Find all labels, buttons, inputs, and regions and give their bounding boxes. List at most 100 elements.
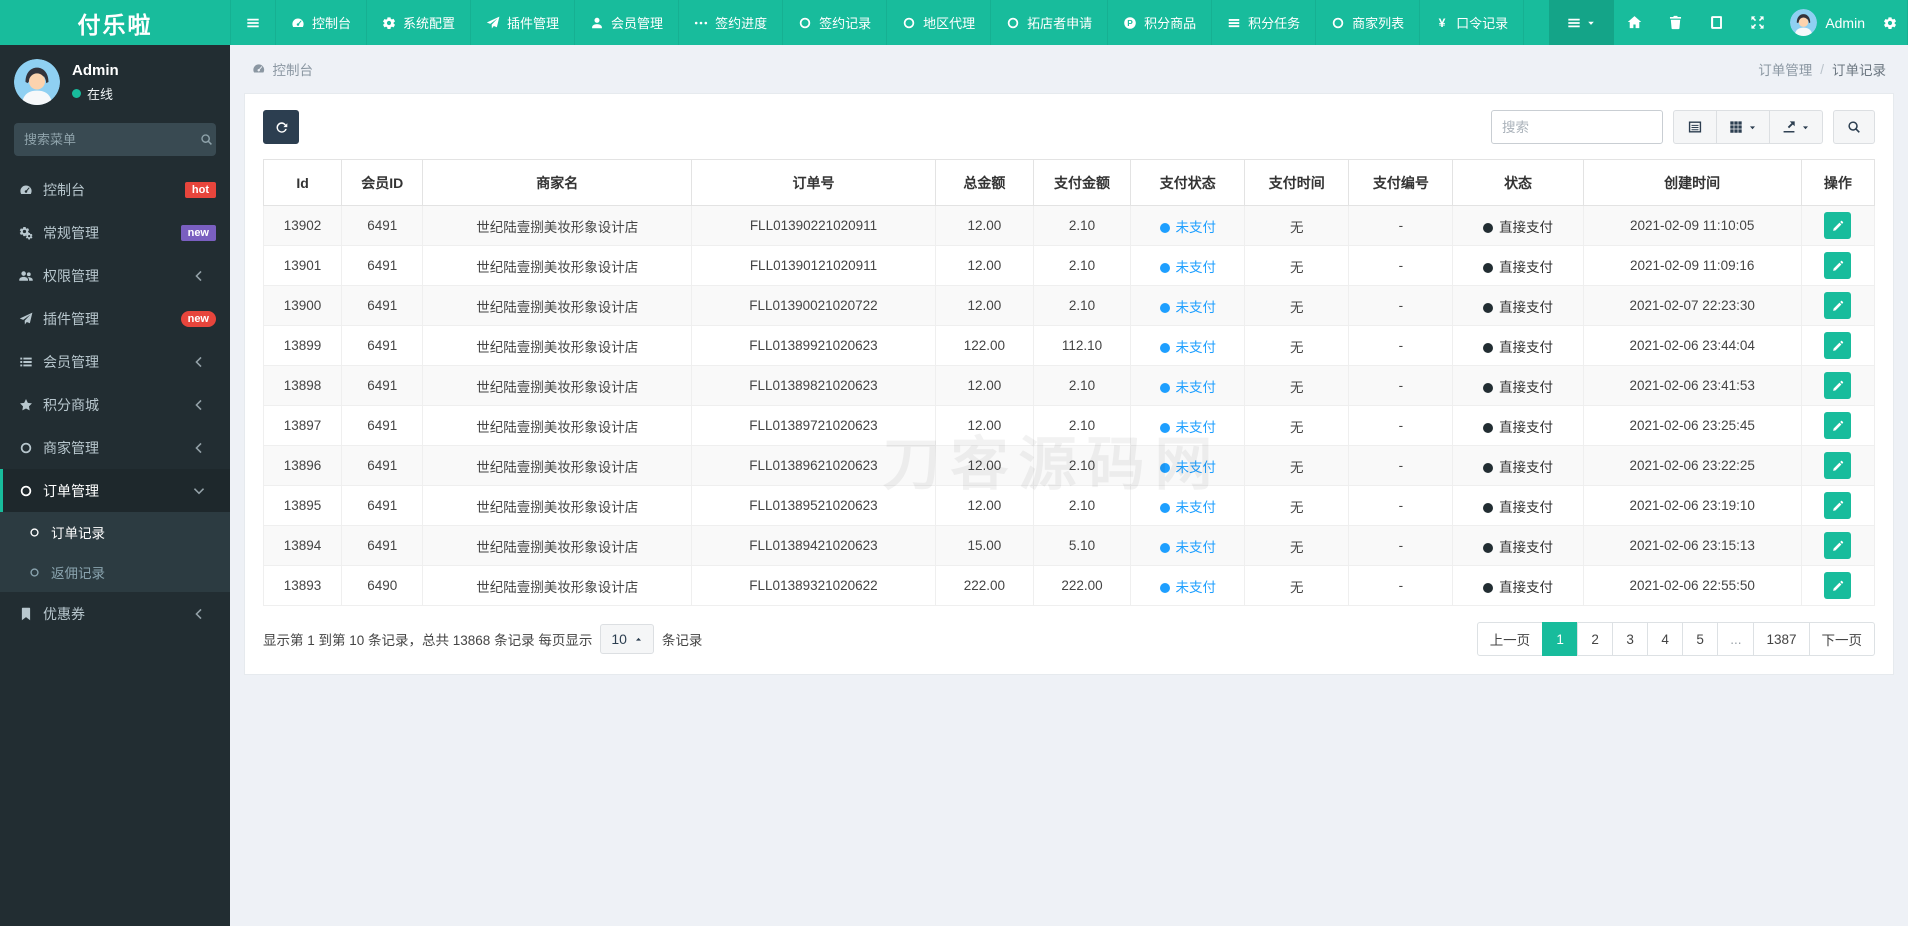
sidebar-avatar — [14, 59, 60, 105]
sidebar-search-input[interactable] — [24, 132, 200, 147]
table-cell: 6491 — [341, 245, 424, 286]
actions-cell — [1800, 325, 1876, 366]
topnav-item-label: 签约记录 — [819, 16, 872, 31]
edit-button[interactable] — [1824, 412, 1852, 439]
edit-button[interactable] — [1824, 452, 1852, 479]
edit-button[interactable] — [1824, 292, 1852, 319]
breadcrumb-item: 订单记录 — [1832, 63, 1886, 78]
table-cell: 6491 — [341, 485, 424, 526]
topnav-item-system-config[interactable]: 系统配置 — [366, 0, 470, 45]
topnav-item-password-records[interactable]: ¥ 口令记录 — [1419, 0, 1525, 45]
pagination-page-5[interactable]: 5 — [1682, 622, 1719, 656]
pagination-next[interactable]: 下一页 — [1808, 622, 1875, 656]
topnav-item-points-goods[interactable]: P 积分商品 — [1107, 0, 1211, 45]
table-cell: FLL01390221020911 — [690, 205, 937, 246]
angle-left-icon — [192, 441, 216, 455]
topnav-item-region-agent[interactable]: 地区代理 — [886, 0, 990, 45]
created-time-cell: 2021-02-06 23:44:04 — [1582, 325, 1802, 366]
edit-button[interactable] — [1824, 492, 1852, 519]
breadcrumb-item[interactable]: 订单管理 — [1758, 59, 1812, 79]
topnav-item-label: 口令记录 — [1456, 16, 1509, 31]
export-button[interactable] — [1769, 110, 1823, 144]
sidebar-subitem-order-records[interactable]: 订单记录 — [0, 512, 230, 552]
sidebar-username: Admin — [72, 61, 119, 79]
topnav-item-points-tasks[interactable]: 积分任务 — [1211, 0, 1315, 45]
angle-left-icon — [192, 607, 216, 621]
pay-time-cell: 无 — [1244, 325, 1350, 366]
topnav-item-sign-records[interactable]: 签约记录 — [782, 0, 886, 45]
log-button[interactable] — [1696, 0, 1737, 45]
sidebar-item-member-manage[interactable]: 会员管理 — [0, 340, 230, 383]
topnav-item-member-manage[interactable]: 会员管理 — [574, 0, 678, 45]
pagination: 上一页 1 2 3 4 5... 1387 下一页 — [1476, 622, 1875, 656]
edit-button[interactable] — [1824, 332, 1852, 359]
sidebar-item-label: 订单管理 — [43, 482, 99, 499]
sidebar-submenu: 订单记录返佣记录 — [0, 512, 230, 592]
pay-status-label: 未支付 — [1175, 579, 1217, 595]
status-label: 直接支付 — [1499, 579, 1554, 595]
summary-suffix: 条记录 — [661, 633, 703, 648]
refresh-button[interactable] — [263, 110, 299, 144]
topnav-item-plugin-manage[interactable]: 插件管理 — [470, 0, 574, 45]
sidebar-subitem-label: 订单记录 — [51, 526, 105, 541]
status-dot — [1483, 422, 1494, 433]
layout-dropdown-button[interactable] — [1549, 0, 1615, 45]
edit-button[interactable] — [1824, 532, 1852, 559]
topnav-item-merchant-list[interactable]: 商家列表 — [1315, 0, 1419, 45]
topnav-item-sign-progress[interactable]: 签约进度 — [678, 0, 782, 45]
table-cell: 222.00 — [935, 565, 1034, 606]
sidebar-item-points-mall[interactable]: 积分商城 — [0, 383, 230, 426]
actions-cell — [1800, 485, 1876, 526]
home-button[interactable] — [1614, 0, 1655, 45]
columns-button[interactable] — [1716, 110, 1770, 144]
pencil-icon — [1832, 500, 1844, 512]
table-cell: 世纪陆壹捌美妆形象设计店 — [422, 445, 692, 486]
search-button[interactable] — [1833, 110, 1875, 144]
table-cell: 2.10 — [1032, 365, 1132, 406]
cogs-icon — [19, 226, 43, 240]
pagination-page-2[interactable]: 2 — [1577, 622, 1614, 656]
status-cell: 直接支付 — [1452, 285, 1584, 326]
pagination-prev[interactable]: 上一页 — [1476, 622, 1544, 656]
sidebar-item-merchant-manage[interactable]: 商家管理 — [0, 426, 230, 469]
edit-button[interactable] — [1824, 252, 1852, 279]
sidebar-item-plugin-manage[interactable]: 插件管理 new — [0, 297, 230, 340]
fullscreen-button[interactable] — [1737, 0, 1778, 45]
pagination-page-1[interactable]: 1 — [1542, 622, 1579, 656]
sidebar-item-coupon[interactable]: 优惠券 — [0, 592, 230, 635]
sidebar-item-dashboard[interactable]: 控制台 hot — [0, 168, 230, 211]
circle-o-icon — [29, 567, 51, 578]
sidebar-item-order-manage[interactable]: 订单管理 — [0, 469, 230, 512]
topnav-item-store-apply[interactable]: 拓店者申请 — [990, 0, 1107, 45]
sidebar-item-general-manage[interactable]: 常规管理 new — [0, 211, 230, 254]
status-cell: 直接支付 — [1452, 325, 1584, 366]
pagination-page-3[interactable]: 3 — [1612, 622, 1649, 656]
pay-no-cell: - — [1348, 525, 1454, 566]
trash-button[interactable] — [1655, 0, 1696, 45]
edit-button[interactable] — [1824, 212, 1852, 239]
column-header: 创建时间 — [1582, 159, 1802, 206]
navbar-user-menu[interactable]: Admin — [1778, 0, 1877, 45]
sidebar-item-permission-manage[interactable]: 权限管理 — [0, 254, 230, 297]
status-dot — [1159, 582, 1170, 593]
brand-logo[interactable]: 付乐啦 — [0, 0, 230, 45]
circle-o-icon — [798, 16, 812, 30]
actions-cell — [1800, 285, 1876, 326]
status-label: 直接支付 — [1499, 459, 1554, 475]
edit-button[interactable] — [1824, 372, 1852, 399]
table-search-input[interactable] — [1491, 110, 1663, 144]
pagination-page-1387[interactable]: 1387 — [1753, 622, 1810, 656]
sidebar-search-box — [14, 123, 216, 156]
edit-button[interactable] — [1824, 572, 1852, 599]
pagination-page-4[interactable]: 4 — [1647, 622, 1684, 656]
topnav-item-menu-toggle[interactable] — [230, 0, 275, 45]
sidebar-user-status: 在线 — [72, 84, 119, 103]
sidebar-subitem-rebate-records[interactable]: 返佣记录 — [0, 552, 230, 592]
page-size-dropdown[interactable]: 10 — [600, 624, 654, 654]
detail-view-button[interactable] — [1673, 110, 1717, 144]
pay-time-cell: 无 — [1244, 485, 1350, 526]
topnav-item-dashboard[interactable]: 控制台 — [275, 0, 366, 45]
caret-up-icon — [634, 635, 643, 644]
navbar-settings-button[interactable] — [1877, 0, 1908, 45]
table-cell: 13896 — [262, 445, 343, 486]
